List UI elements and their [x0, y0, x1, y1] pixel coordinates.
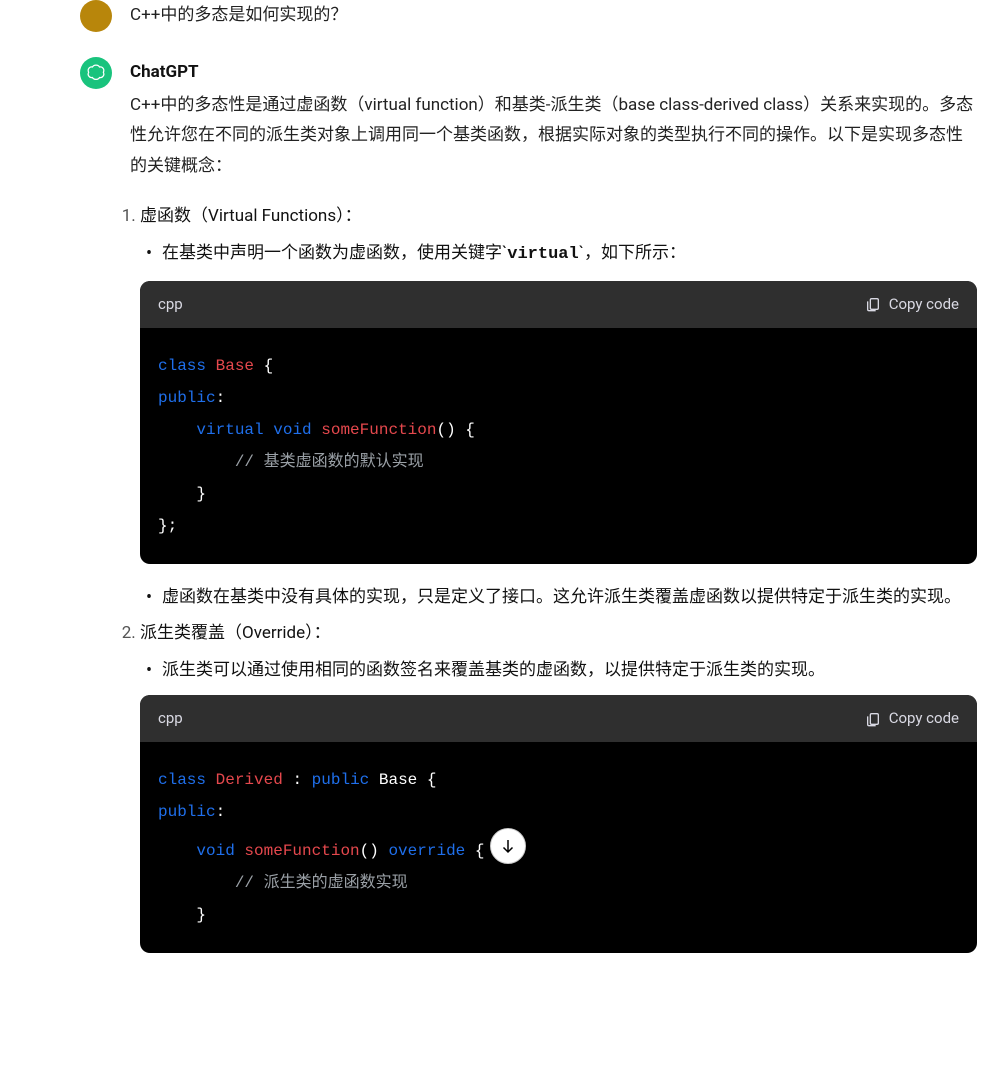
tok: someFunction	[321, 421, 436, 439]
code-lang-label: cpp	[158, 291, 183, 318]
step-1-bullet-1-post: `，如下所示：	[579, 243, 686, 263]
code-block-2-content[interactable]: class Derived : public Base { public: vo…	[140, 742, 977, 953]
tok: {	[417, 771, 436, 789]
user-message: C++中的多态是如何实现的？	[30, 0, 977, 32]
tok: virtual	[196, 421, 263, 439]
tok: override	[388, 842, 465, 860]
step-1-bullets-after: 虚函数在基类中没有具体的实现，只是定义了接口。这允许派生类覆盖虚函数以提供特定于…	[140, 582, 977, 613]
tok: public	[158, 803, 216, 821]
tok: :	[216, 803, 226, 821]
user-message-body: C++中的多态是如何实现的？	[130, 0, 977, 32]
user-avatar	[80, 0, 112, 32]
step-2: 派生类覆盖（Override）： 派生类可以通过使用相同的函数签名来覆盖基类的虚…	[140, 618, 977, 953]
tok: :	[216, 389, 226, 407]
tok: someFunction	[244, 842, 359, 860]
tok: Base	[216, 357, 254, 375]
assistant-intro: C++中的多态性是通过虚函数（virtual function）和基类-派生类（…	[130, 90, 977, 182]
step-1-title: 虚函数（Virtual Functions）：	[140, 206, 362, 226]
openai-icon	[86, 63, 106, 83]
code-block-1-header: cpp Copy code	[140, 281, 977, 328]
tok: void	[196, 842, 234, 860]
tok: Base	[379, 771, 417, 789]
copy-label: Copy code	[889, 291, 959, 318]
copy-code-button[interactable]: Copy code	[865, 705, 959, 732]
step-2-bullet-1: 派生类可以通过使用相同的函数签名来覆盖基类的虚函数，以提供特定于派生类的实现。	[140, 655, 977, 686]
tok: {	[465, 842, 484, 860]
clipboard-icon	[865, 296, 881, 312]
assistant-message: ChatGPT C++中的多态性是通过虚函数（virtual function）…	[30, 57, 977, 971]
tok: // 派生类的虚函数实现	[235, 874, 408, 892]
tok: {	[254, 357, 273, 375]
code-lang-label: cpp	[158, 705, 183, 732]
tok: ()	[360, 842, 379, 860]
tok: }	[196, 485, 206, 503]
step-1-bullet-1: 在基类中声明一个函数为虚函数，使用关键字`virtual`，如下所示：	[140, 238, 977, 271]
steps-list: 虚函数（Virtual Functions）： 在基类中声明一个函数为虚函数，使…	[130, 201, 977, 953]
clipboard-icon	[865, 711, 881, 727]
step-2-bullets: 派生类可以通过使用相同的函数签名来覆盖基类的虚函数，以提供特定于派生类的实现。	[140, 655, 977, 686]
tok: :	[283, 771, 312, 789]
tok: {	[456, 421, 475, 439]
tok: }	[196, 906, 206, 924]
tok: class	[158, 357, 206, 375]
tok: };	[158, 517, 177, 535]
chat-container: C++中的多态是如何实现的？ ChatGPT C++中的多态性是通过虚函数（vi…	[0, 0, 1007, 971]
tok: Derived	[216, 771, 283, 789]
tok: public	[158, 389, 216, 407]
code-block-2: cpp Copy code class Derived : public Bas…	[140, 695, 977, 953]
assistant-avatar	[80, 57, 112, 89]
code-block-1: cpp Copy code class Base { public: virtu…	[140, 281, 977, 564]
tok: // 基类虚函数的默认实现	[235, 453, 424, 471]
user-question: C++中的多态是如何实现的？	[130, 0, 977, 31]
step-1: 虚函数（Virtual Functions）： 在基类中声明一个函数为虚函数，使…	[140, 201, 977, 612]
step-2-title: 派生类覆盖（Override）：	[140, 623, 331, 643]
copy-code-button[interactable]: Copy code	[865, 291, 959, 318]
code-block-1-content[interactable]: class Base { public: virtual void someFu…	[140, 328, 977, 564]
step-1-bullets: 在基类中声明一个函数为虚函数，使用关键字`virtual`，如下所示：	[140, 238, 977, 271]
scroll-down-button[interactable]	[490, 828, 526, 864]
assistant-body: ChatGPT C++中的多态性是通过虚函数（virtual function）…	[130, 57, 977, 971]
tok: void	[273, 421, 311, 439]
step-1-bullet-1-pre: 在基类中声明一个函数为虚函数，使用关键字`	[162, 243, 507, 263]
assistant-name: ChatGPT	[130, 57, 977, 88]
code-block-2-header: cpp Copy code	[140, 695, 977, 742]
step-1-bullet-after-1: 虚函数在基类中没有具体的实现，只是定义了接口。这允许派生类覆盖虚函数以提供特定于…	[140, 582, 977, 613]
inline-code-virtual: virtual	[507, 245, 578, 264]
copy-label: Copy code	[889, 705, 959, 732]
tok: ()	[436, 421, 455, 439]
tok: public	[312, 771, 370, 789]
arrow-down-icon	[499, 837, 517, 855]
tok: class	[158, 771, 206, 789]
